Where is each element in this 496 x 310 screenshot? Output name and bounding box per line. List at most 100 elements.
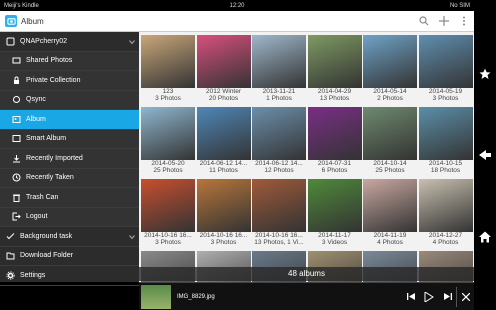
album-tile[interactable]: 2014-05-14 2 Photos bbox=[363, 35, 417, 107]
album-tile[interactable]: 2014-06-12 14... 11 Photos bbox=[196, 107, 251, 179]
album-tile[interactable]: 2014-12-27 4 Photos bbox=[418, 179, 473, 251]
qphoto-logo-icon[interactable] bbox=[5, 15, 17, 27]
sidebar-item-qnapcherry02[interactable]: QNAPcherry02 bbox=[0, 32, 139, 52]
home-icon[interactable] bbox=[477, 229, 493, 245]
album-count-label: 18 Photos bbox=[430, 167, 461, 174]
sidebar-item-shared-photos[interactable]: Shared Photos bbox=[0, 51, 139, 71]
sidebar-item-download-folder[interactable]: Download Folder bbox=[0, 247, 139, 266]
album-tile[interactable]: 2014-10-14 25 Photos bbox=[363, 107, 417, 179]
sidebar-item-album[interactable]: Album bbox=[0, 110, 139, 130]
sidebar-item-label: Logout bbox=[26, 213, 48, 221]
album-cover bbox=[418, 107, 473, 160]
sidebar-item-label: Download Folder bbox=[20, 252, 73, 260]
album-grid: 123 3 Photos 2012 Winter 20 Photos 2013-11-2… bbox=[139, 32, 474, 282]
next-icon[interactable] bbox=[438, 287, 456, 307]
album-cover bbox=[418, 179, 473, 232]
album-cover bbox=[307, 179, 362, 232]
album-title: 2014-06-12 14... bbox=[255, 160, 303, 167]
play-icon[interactable] bbox=[420, 287, 438, 307]
sidebar-item-label: Shared Photos bbox=[26, 57, 73, 65]
sidebar-item-settings[interactable]: Settings bbox=[0, 266, 139, 286]
back-arrow-icon[interactable] bbox=[477, 147, 493, 163]
album-count-label: 3 Photos bbox=[155, 95, 181, 102]
sidebar-item-background-task[interactable]: Background task bbox=[0, 227, 139, 247]
previous-icon[interactable] bbox=[402, 287, 420, 307]
album-tile[interactable]: 2014-10-15 18 Photos bbox=[418, 107, 473, 179]
overflow-menu-icon[interactable] bbox=[454, 11, 474, 31]
clock: 12:20 bbox=[229, 2, 245, 9]
album-cover bbox=[141, 179, 195, 232]
signal-indicators: No SIM bbox=[449, 2, 470, 9]
album-tile[interactable]: 2014-07-31 6 Photos bbox=[307, 107, 362, 179]
album-cover bbox=[363, 35, 417, 88]
album-cover bbox=[196, 179, 251, 232]
smart-album-icon bbox=[12, 134, 21, 143]
nas-icon bbox=[6, 37, 15, 46]
lock-icon bbox=[12, 76, 21, 85]
now-playing-thumbnail[interactable] bbox=[141, 284, 171, 309]
sidebar-item-private-collection[interactable]: Private Collection bbox=[0, 71, 139, 91]
album-tile[interactable]: 2014-11-17 3 Videos bbox=[307, 179, 362, 251]
album-title: 2014-07-31 bbox=[317, 160, 352, 167]
album-count-label: 13 Photos bbox=[319, 95, 350, 102]
album-tile[interactable]: 2014-06-12 14... 12 Photos bbox=[252, 107, 306, 179]
album-title: 2014-10-14 bbox=[373, 160, 407, 167]
device-name: Meiji's Kindle bbox=[4, 2, 39, 9]
chevron-down-icon bbox=[129, 234, 135, 240]
album-count-label: 13 Photos, 1 Vi... bbox=[254, 239, 304, 246]
album-count-label: 1 Photos bbox=[266, 95, 292, 102]
album-tile[interactable]: 2014-05-19 3 Photos bbox=[418, 35, 473, 107]
sidebar-item-recently-taken[interactable]: Recently Taken bbox=[0, 168, 139, 188]
sidebar-item-recently-imported[interactable]: Recently Imported bbox=[0, 149, 139, 169]
status-bar: Meiji's Kindle 12:20 No SIM bbox=[0, 0, 474, 11]
sidebar-item-label: Album bbox=[26, 115, 46, 123]
album-count-label: 4 Photos bbox=[377, 239, 403, 246]
album-cover bbox=[363, 179, 417, 232]
search-icon[interactable] bbox=[414, 11, 434, 31]
album-tile[interactable]: 2014-10-16 16... 13 Photos, 1 Vi... bbox=[252, 179, 306, 251]
album-tile[interactable]: 123 3 Photos bbox=[141, 35, 195, 107]
album-tile[interactable]: 2013-11-21 1 Photos bbox=[252, 35, 306, 107]
album-cover bbox=[418, 35, 473, 88]
album-count-label: 25 Photos bbox=[375, 167, 405, 174]
album-title: 2013-11-21 bbox=[262, 88, 296, 95]
sidebar-item-label: QNAPcherry02 bbox=[20, 37, 68, 45]
album-cover bbox=[196, 107, 251, 160]
album-cover bbox=[307, 35, 362, 88]
add-icon[interactable] bbox=[434, 11, 454, 31]
album-tile[interactable]: 2014-05-20 25 Photos bbox=[141, 107, 195, 179]
album-count-label: 25 Photos bbox=[153, 167, 183, 174]
album-cover bbox=[196, 35, 251, 88]
album-icon bbox=[12, 115, 21, 124]
album-cover bbox=[252, 35, 306, 88]
task-icon bbox=[6, 232, 15, 241]
album-count-label: 3 Videos bbox=[321, 239, 348, 246]
album-count-label: 3 Photos bbox=[210, 239, 237, 246]
sidebar-item-trash-can[interactable]: Trash Can bbox=[0, 188, 139, 208]
album-tile[interactable]: 2014-11-19 4 Photos bbox=[363, 179, 417, 251]
shared-photos-icon bbox=[12, 56, 21, 65]
album-count-label: 3 Photos bbox=[432, 95, 459, 102]
star-icon[interactable] bbox=[477, 66, 493, 82]
album-tile[interactable]: 2014-04-29 13 Photos bbox=[307, 35, 362, 107]
album-title: 2014-05-20 bbox=[151, 160, 185, 167]
album-tile[interactable]: 2014-10-16 16... 3 Photos bbox=[196, 179, 251, 251]
album-title: 2014-10-15 bbox=[428, 160, 463, 167]
album-count-label: 11 Photos bbox=[209, 167, 238, 174]
album-count-label: 2 Photos bbox=[377, 95, 403, 102]
sidebar-item-smart-album[interactable]: Smart Album bbox=[0, 129, 139, 149]
album-cover bbox=[252, 107, 306, 160]
sidebar-item-label: Recently Imported bbox=[26, 154, 83, 162]
album-title: 2014-10-16 16... bbox=[255, 232, 303, 239]
media-player-bar: IMG_8829.jpg bbox=[139, 282, 474, 310]
album-tile[interactable]: 2014-10-16 16... 3 Photos bbox=[141, 179, 195, 251]
clock-icon bbox=[12, 173, 21, 182]
close-icon[interactable] bbox=[456, 286, 474, 307]
sidebar-item-qsync[interactable]: Qsync bbox=[0, 90, 139, 110]
album-tile[interactable]: 2012 Winter 20 Photos bbox=[196, 35, 251, 107]
sync-icon bbox=[12, 95, 21, 104]
sidebar-item-label: Trash Can bbox=[26, 193, 59, 201]
sidebar-item-logout[interactable]: Logout bbox=[0, 207, 139, 227]
sidebar-item-label: Recently Taken bbox=[26, 174, 74, 182]
album-cover bbox=[252, 179, 306, 232]
